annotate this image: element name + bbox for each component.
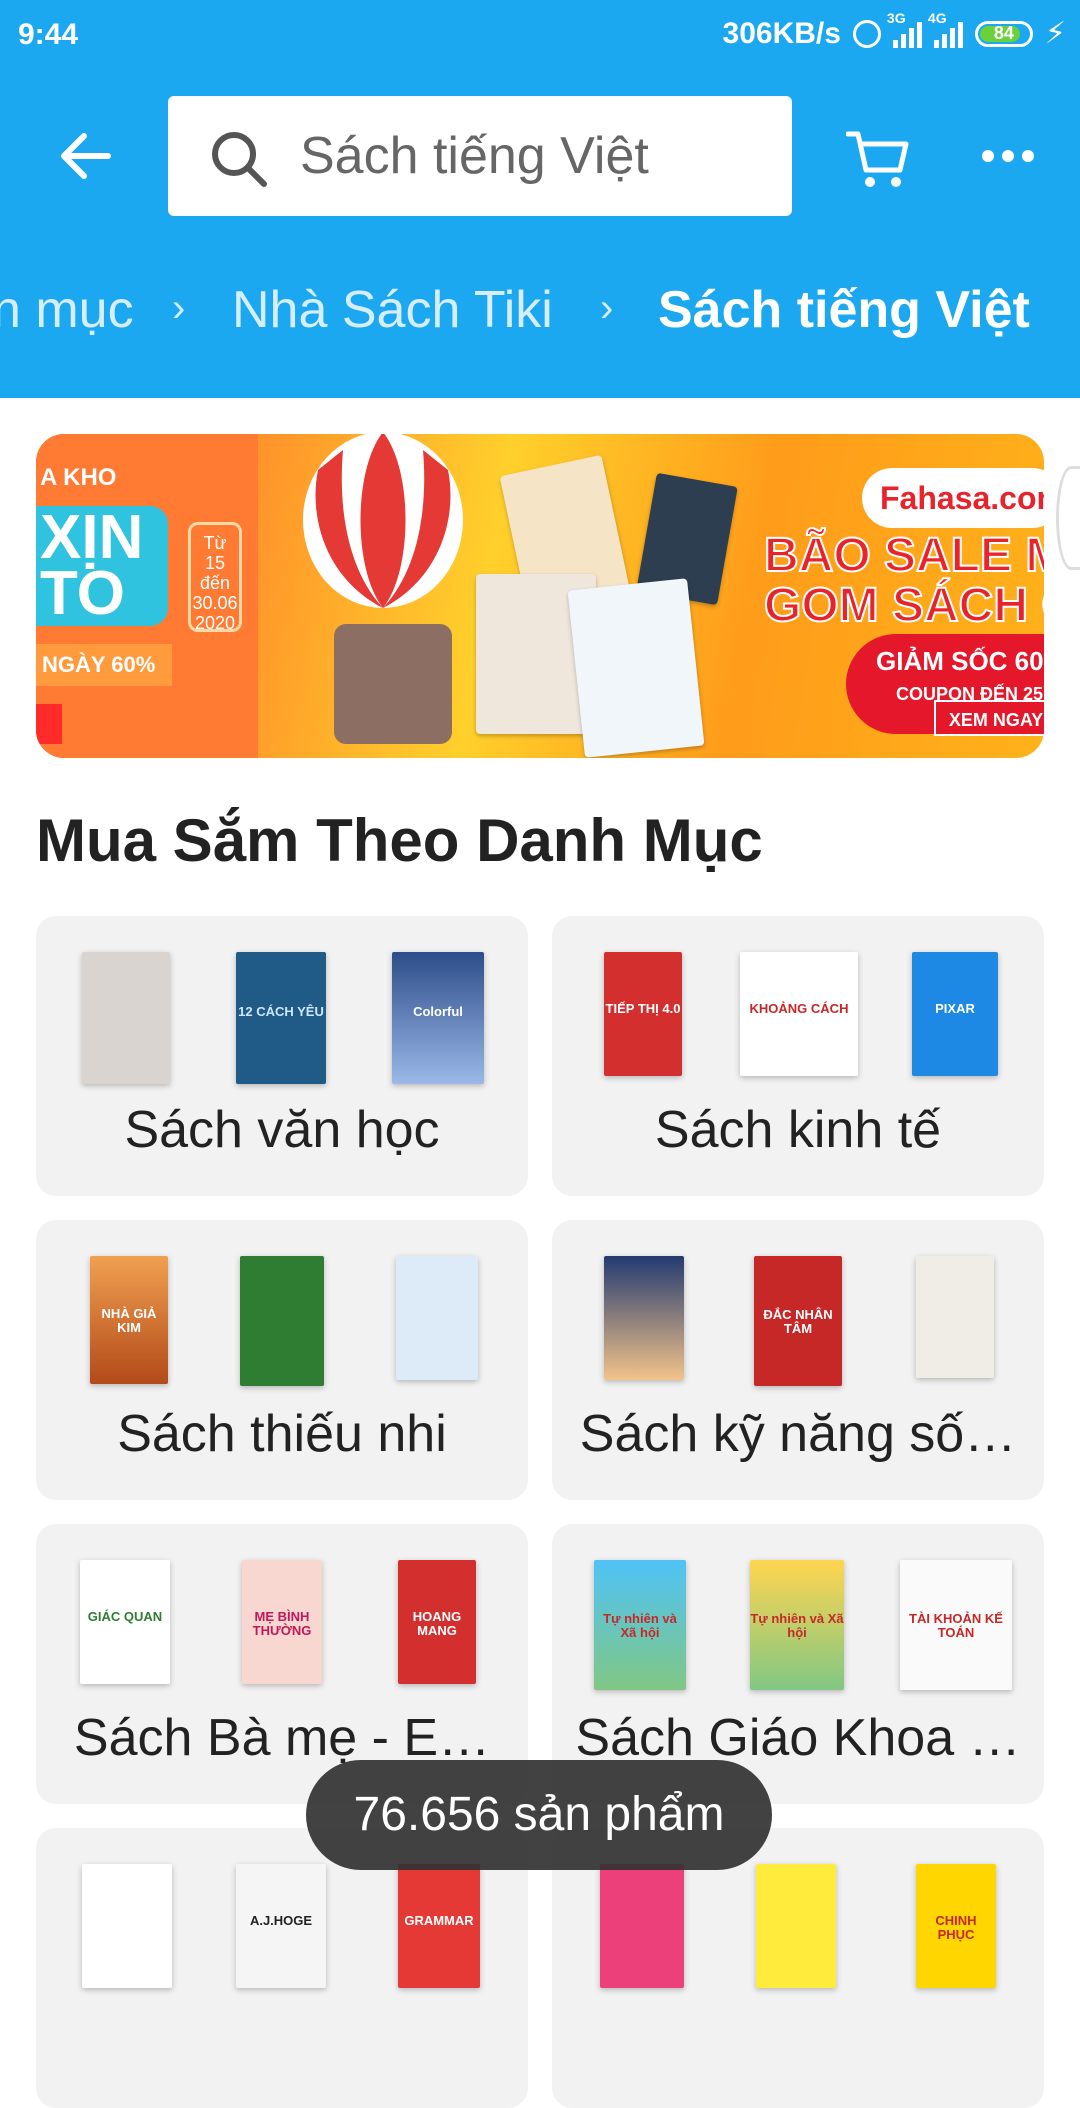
book-cover-image <box>567 578 705 758</box>
book-cover-image: KHOẢNG CÁCH <box>740 952 858 1076</box>
breadcrumb-item-current: Sách tiếng Việt <box>658 281 1030 339</box>
banner-cta-button[interactable]: XEM NGAY <box>934 700 1044 736</box>
app-header: 9:44 306KB/s 3G 4G 84 ⚡ Sách tiếng Việt … <box>0 0 1080 398</box>
book-cover-image <box>82 1864 172 1988</box>
search-placeholder: Sách tiếng Việt <box>300 127 649 185</box>
category-card-kinh-te[interactable]: TIẾP THỊ 4.0 KHOẢNG CÁCH PIXAR Sách kinh… <box>552 916 1044 1196</box>
category-label: Sách văn học <box>124 1101 440 1159</box>
book-cover-image: ĐẮC NHÂN TÂM <box>754 1256 842 1386</box>
banner-discount-text: GIẢM SỐC 60 <box>876 646 1044 676</box>
product-count-toast: 76.656 sản phẩm <box>306 1760 772 1870</box>
book-cover-image: CHINH PHỤC <box>916 1864 996 1988</box>
category-label: Sách kinh tế <box>654 1101 942 1159</box>
section-title: Mua Sắm Theo Danh Mục <box>36 807 763 874</box>
category-label: Sách thiếu nhi <box>117 1405 447 1463</box>
banner-dates: Từ 15 đến 30.06 2020 <box>188 522 242 633</box>
book-cover-image <box>756 1864 836 1988</box>
breadcrumb-item-category[interactable]: n mục <box>0 280 134 340</box>
banner-headline-2: GOM SÁCH C <box>763 578 1044 633</box>
breadcrumb: n mục › Nhà Sách Tiki › Sách tiếng Việt <box>0 280 1080 350</box>
category-card-van-hoc[interactable]: 12 CÁCH YÊU Colorful Sách văn học <box>36 916 528 1196</box>
book-cover-image: GIÁC QUAN <box>80 1560 170 1684</box>
cart-icon[interactable] <box>846 128 910 190</box>
status-time: 9:44 <box>18 18 79 51</box>
status-bar: 9:44 306KB/s 3G 4G 84 ⚡ <box>0 0 1080 70</box>
book-cover-image: GRAMMAR <box>398 1864 480 1988</box>
banner-headline-1: BÃO SALE M <box>763 528 1044 583</box>
book-cover-image: TÀI KHOẢN KẾ TOÁN <box>900 1560 1012 1690</box>
book-cover-image <box>600 1864 684 1988</box>
book-cover-image: NHÀ GIẢ KIM <box>90 1256 168 1384</box>
kids-basket-image <box>334 624 452 744</box>
breadcrumb-item-nha-sach-tiki[interactable]: Nhà Sách Tiki <box>232 280 553 340</box>
hot-air-balloon-image <box>303 434 463 608</box>
category-card-ngoai-ngu[interactable]: A.J.HOGE GRAMMAR <box>36 1828 528 2108</box>
book-cover-image: TIẾP THỊ 4.0 <box>604 952 682 1076</box>
fahasa-logo: Fahasa.com <box>862 468 1044 528</box>
banner-kho-text: A KHO <box>40 464 117 491</box>
book-cover-image <box>82 952 170 1084</box>
chevron-right-icon: › <box>172 286 186 330</box>
book-cover-image: PIXAR <box>912 952 998 1076</box>
book-cover-image <box>916 1256 994 1378</box>
network-speed: 306KB/s <box>722 16 841 50</box>
category-label: Sách kỹ năng số… <box>579 1405 1017 1463</box>
category-card-tham-khao[interactable]: CHINH PHỤC <box>552 1828 1044 2108</box>
banner-left-panel: A KHO XỊN TO Từ 15 đến 30.06 2020 NGÀY 6… <box>36 434 258 758</box>
signal-4g-icon: 4G <box>928 10 963 48</box>
alarm-icon <box>852 19 881 48</box>
next-banner-peek[interactable] <box>1056 466 1080 570</box>
search-icon <box>212 132 267 187</box>
book-cover-image: A.J.HOGE <box>236 1864 326 1988</box>
book-cover-image <box>240 1256 324 1386</box>
status-icons: 306KB/s 3G 4G 84 ⚡ <box>722 10 1066 51</box>
more-options-icon[interactable] <box>982 150 1034 162</box>
banner-percent: NGÀY 60% <box>36 644 172 686</box>
banner-red-tab <box>36 704 62 744</box>
book-cover-image: 12 CÁCH YÊU <box>236 952 326 1084</box>
book-cover-image: HOANG MANG <box>398 1560 476 1684</box>
category-label: Sách Bà mẹ - E… <box>73 1709 491 1767</box>
back-arrow-icon[interactable] <box>58 128 114 184</box>
battery-icon: 84 <box>974 20 1033 47</box>
search-input[interactable]: Sách tiếng Việt <box>168 96 792 216</box>
book-cover-image: Colorful <box>392 952 484 1084</box>
book-cover-image: Tự nhiên và Xã hội <box>594 1560 686 1690</box>
banner-xin-to: XỊN TO <box>36 506 168 626</box>
signal-3g-icon: 3G <box>887 10 922 48</box>
book-cover-image <box>396 1256 478 1380</box>
category-card-thieu-nhi[interactable]: NHÀ GIẢ KIM Sách thiếu nhi <box>36 1220 528 1500</box>
category-card-ky-nang-song[interactable]: ĐẮC NHÂN TÂM Sách kỹ năng số… <box>552 1220 1044 1500</box>
category-label: Sách Giáo Khoa … <box>575 1709 1021 1767</box>
book-cover-image <box>604 1256 684 1380</box>
charging-icon: ⚡ <box>1044 17 1066 50</box>
book-cover-image: MẸ BÌNH THƯỜNG <box>242 1560 322 1684</box>
promo-banner[interactable]: A KHO XỊN TO Từ 15 đến 30.06 2020 NGÀY 6… <box>36 434 1044 758</box>
chevron-right-icon: › <box>600 286 614 330</box>
book-cover-image: Tự nhiên và Xã hội <box>750 1560 844 1690</box>
